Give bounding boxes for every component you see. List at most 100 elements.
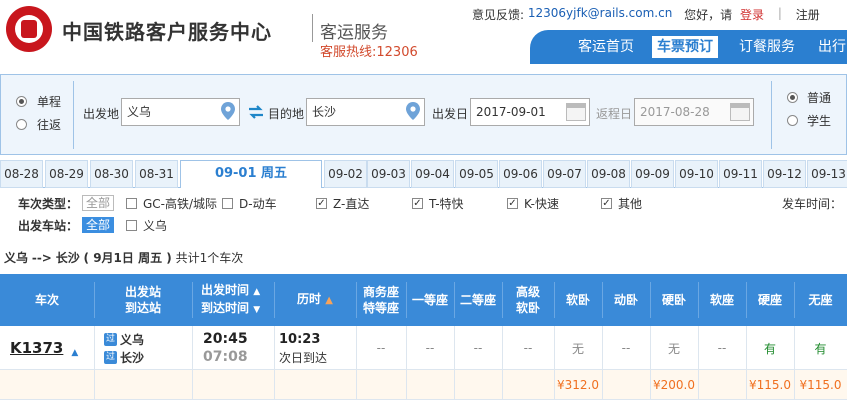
pass-through-icon: 过 [104,350,117,364]
to-station-cell: 过 长沙 [104,350,145,365]
swap-stations-icon[interactable] [248,104,264,120]
seat-no-seat: 有 [814,341,827,356]
col-moving-sleeper: 动卧 [613,293,638,307]
column-divider [602,326,603,400]
sort-duration-icon: ▲ [325,295,333,306]
round-trip-radio[interactable] [16,119,27,130]
form-divider [73,81,74,149]
type-k-checkbox[interactable]: ✓ [507,198,518,209]
date-tab[interactable]: 09-12 [763,160,806,188]
date-tab[interactable]: 09-07 [543,160,586,188]
date-tab[interactable]: 09-06 [499,160,542,188]
duration-cell: 10:23 [279,331,321,347]
date-tab[interactable]: 09-09 [631,160,674,188]
expand-stops-icon[interactable]: ▲ [71,348,78,358]
col-business: 商务座 特等座 [362,285,399,315]
col-times[interactable]: 出发时间 ▲ 到达时间 ▼ [192,274,274,326]
from-station-cell: 过 义乌 [104,332,145,347]
date-tab[interactable]: 09-05 [455,160,498,188]
calendar-icon[interactable] [566,103,586,121]
type-t-label: T-特快 [429,197,464,211]
column-divider [94,326,95,400]
date-tab[interactable]: 09-10 [675,160,718,188]
feedback-label: 意见反馈: [472,8,525,22]
date-tab[interactable]: 09-13 [807,160,847,188]
route-to: 长沙 [55,251,80,265]
date-tab[interactable]: 08-29 [45,160,88,188]
col-duration[interactable]: 历时 ▲ [274,274,356,326]
feedback-email-link[interactable]: 12306yjfk@rails.com.cn [528,6,672,20]
train-number-cell[interactable]: K1373 ▲ [10,326,78,370]
type-other-checkbox[interactable]: ✓ [601,198,612,209]
one-way-label: 单程 [37,95,62,109]
nav-travel[interactable]: 出行 [814,36,847,58]
col-first: 一等座 [411,293,448,307]
register-link[interactable]: 注册 [796,6,820,23]
type-t-checkbox[interactable]: ✓ [412,198,423,209]
seat-second: -- [473,341,483,355]
route-count: 共计1个车次 [175,251,244,265]
nav-home[interactable]: 客运首页 [574,36,638,58]
student-radio[interactable] [787,115,798,126]
column-divider [794,326,795,400]
price-row: ¥312.0 ¥200.0 ¥115.0 ¥115.0 [0,370,847,400]
date-tab[interactable]: 08-31 [135,160,178,188]
col-train[interactable]: 车次 [0,274,94,326]
station-all-chip[interactable]: 全部 [82,217,115,233]
sort-asc-icon: ▲ [253,287,261,297]
type-d-checkbox[interactable] [222,198,233,209]
date-tab[interactable]: 09-11 [719,160,762,188]
nav-catering[interactable]: 订餐服务 [735,36,799,58]
seat-hard-seat: 有 [763,341,776,356]
type-gc-checkbox[interactable] [126,198,137,209]
calendar-icon[interactable] [730,103,750,121]
date-tab[interactable]: 09-08 [587,160,630,188]
results-table-header: 车次 出发站 到达站 出发时间 ▲ 到达时间 ▼ 历时 ▲ 商务座 特等座 一等座 … [0,274,847,326]
adult-radio[interactable] [787,92,798,103]
type-z-checkbox[interactable]: ✓ [316,198,327,209]
column-divider [356,326,357,400]
filter-panel: 车次类型： 全部 GC-高铁/城际 D-动车 ✓ Z-直达 ✓ T-特快 ✓ K… [0,188,847,236]
pass-through-icon: 过 [104,332,117,346]
col-deluxe-sleeper: 高级 软卧 [515,285,540,315]
seat-moving-sleeper: -- [621,341,631,355]
adult-label: 普通 [807,91,832,105]
seat-hard-sleeper: 无 [667,341,680,356]
search-form: 单程 往返 出发地 义乌 目的地 长沙 出发日 2017-09-01 返程日 2… [0,74,847,155]
date-tab[interactable]: 08-28 [0,160,43,188]
column-divider [274,326,275,400]
col-hard-seat: 硬座 [757,293,782,307]
nav-ticket-booking[interactable]: 车票预订 [652,36,718,58]
sort-desc-icon: ▼ [253,305,261,315]
table-row: K1373 ▲ 过 义乌 过 长沙 20:45 07:08 10:23 次日到达… [0,326,847,370]
depart-time-label: 发车时间： [782,197,843,211]
type-other-label: 其他 [618,197,643,211]
price-soft-sleeper: ¥312.0 [557,378,599,392]
login-link[interactable]: 登录 [740,6,764,23]
one-way-radio[interactable] [16,96,27,107]
date-tab[interactable]: 08-30 [90,160,133,188]
form-divider [771,81,772,149]
depart-date-label: 出发日 [432,107,469,121]
train-type-all-chip[interactable]: 全部 [82,195,115,211]
column-divider [698,326,699,400]
route-from: 义乌 [4,251,29,265]
date-tab[interactable]: 09-02 [324,160,367,188]
col-second: 二等座 [459,293,496,307]
service-hotline: 客服热线:12306 [320,45,418,60]
route-date: ( 9月1日 周五 ) [83,251,172,265]
train-number-link[interactable]: K1373 [10,339,63,357]
link-divider: | [777,6,782,20]
column-divider [192,326,193,400]
site-header: 中国铁路客户服务中心 客运服务 客服热线:12306 意见反馈: 12306yj… [0,0,847,64]
date-tab[interactable]: 09-04 [411,160,454,188]
seat-first: -- [425,341,435,355]
date-tab[interactable]: 09-01 周五 [180,160,322,188]
seat-soft-sleeper: 无 [571,341,584,356]
station-yiwu-checkbox[interactable] [126,220,137,231]
column-divider [554,326,555,400]
column-divider [502,326,503,400]
date-tab[interactable]: 09-03 [367,160,410,188]
col-soft-seat: 软座 [709,293,734,307]
date-tabs: 08-28 08-29 08-30 08-31 09-01 周五 09-02 09-03 09… [0,160,847,188]
